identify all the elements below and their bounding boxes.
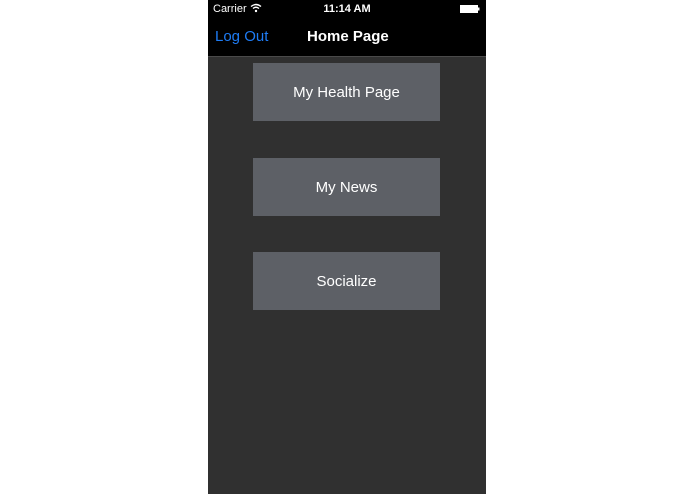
- page-title: Home Page: [307, 28, 389, 45]
- phone-screen: Carrier 11:14 AM Log Out Home Page My He…: [208, 0, 486, 494]
- status-time: 11:14 AM: [323, 3, 371, 15]
- status-bar: Carrier 11:14 AM: [208, 0, 486, 20]
- nav-bar: Log Out Home Page: [208, 20, 486, 57]
- battery-icon: [460, 5, 480, 13]
- my-health-page-button[interactable]: My Health Page: [253, 63, 440, 121]
- logout-button[interactable]: Log Out: [215, 28, 268, 45]
- socialize-button[interactable]: Socialize: [253, 252, 440, 310]
- my-news-button[interactable]: My News: [253, 158, 440, 216]
